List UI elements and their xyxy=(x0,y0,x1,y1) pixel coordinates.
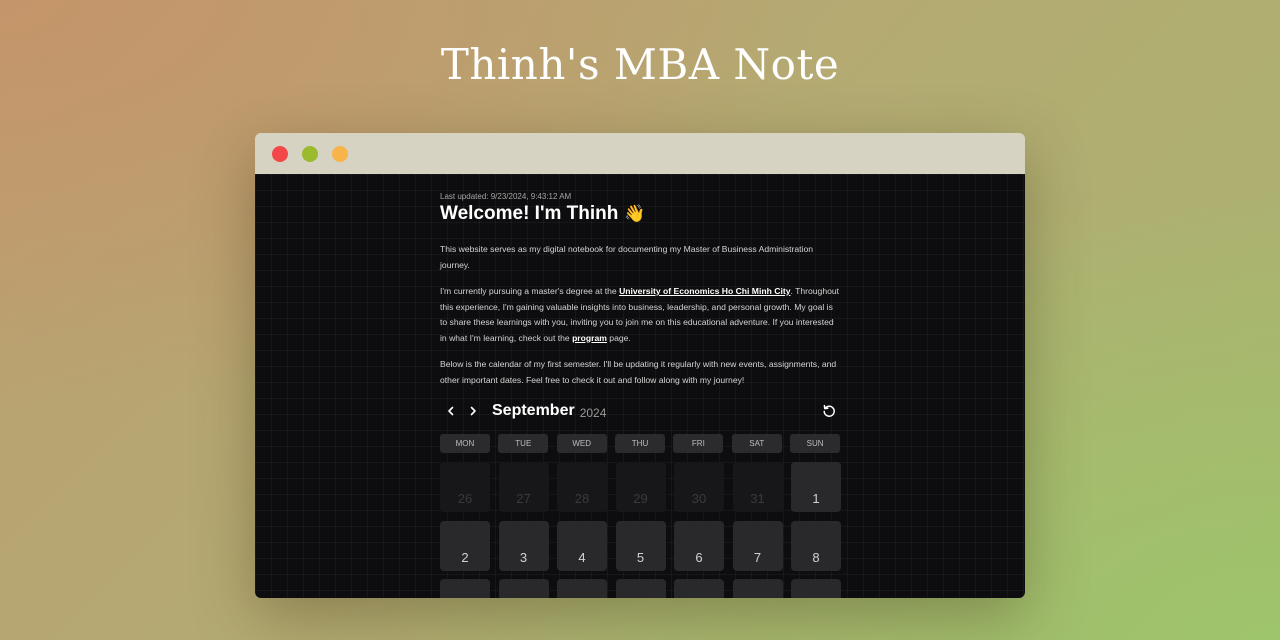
calendar-day[interactable]: 15 xyxy=(791,579,841,598)
previous-month-button[interactable] xyxy=(440,400,462,422)
weekday-label: TUE xyxy=(498,434,549,453)
calendar-day[interactable]: 8 xyxy=(791,520,841,571)
weekday-label: MON xyxy=(440,434,490,453)
calendar-day[interactable]: 14 xyxy=(732,579,783,598)
calendar-day-outside-month[interactable]: 28 xyxy=(557,462,607,512)
minimize-window-button[interactable] xyxy=(302,145,318,162)
calendar-day-outside-month[interactable]: 27 xyxy=(498,462,549,512)
calendar-day[interactable]: 5 xyxy=(615,520,666,571)
calendar-day[interactable]: 10 xyxy=(498,579,549,598)
calendar-day[interactable]: 13 xyxy=(674,579,724,598)
calendar-day-outside-month[interactable]: 30 xyxy=(674,462,724,512)
reset-calendar-button[interactable] xyxy=(818,400,840,422)
browser-window: Last updated: 9/23/2024, 9:43:12 AM Welc… xyxy=(255,133,1025,598)
page-content[interactable]: Last updated: 9/23/2024, 9:43:12 AM Welc… xyxy=(255,174,1025,598)
calendar-day-outside-month[interactable]: 31 xyxy=(732,462,783,512)
calendar-day-outside-month[interactable]: 29 xyxy=(615,462,666,512)
main-column: Last updated: 9/23/2024, 9:43:12 AM Welc… xyxy=(440,192,841,598)
calendar-day[interactable]: 11 xyxy=(557,579,607,598)
calendar-day[interactable]: 9 xyxy=(440,579,490,598)
welcome-title: Welcome! I'm Thinh xyxy=(440,203,619,224)
university-link[interactable]: University of Economics Ho Chi Minh City xyxy=(619,286,790,296)
weekday-label: FRI xyxy=(673,434,724,453)
calendar-intro-paragraph: Below is the calendar of my first semest… xyxy=(440,359,837,385)
welcome-heading: Welcome! I'm Thinh 👋 xyxy=(440,203,840,225)
refresh-icon xyxy=(823,404,835,417)
calendar-day[interactable]: 1 xyxy=(791,462,841,512)
hero-title: Thinh's MBA Note xyxy=(440,40,840,89)
next-month-button[interactable] xyxy=(462,400,484,422)
weekday-header-row: MON TUE WED THU FRI SAT SUN xyxy=(440,434,841,453)
calendar-day[interactable]: 3 xyxy=(498,520,549,571)
calendar-header: September 2024 xyxy=(440,400,840,422)
chevron-left-icon xyxy=(448,406,454,416)
weekday-label: SUN xyxy=(790,434,841,453)
calendar-day[interactable]: 2 xyxy=(440,520,490,571)
weekday-label: SAT xyxy=(731,434,782,453)
waving-hand-icon: 👋 xyxy=(624,204,646,223)
window-titlebar xyxy=(255,133,1025,174)
calendar-day-outside-month[interactable]: 26 xyxy=(440,462,490,512)
paragraph-text: page. xyxy=(606,332,631,343)
zoom-window-button[interactable] xyxy=(332,145,348,162)
calendar-day[interactable]: 12 xyxy=(615,579,666,598)
intro-paragraph: This website serves as my digital notebo… xyxy=(440,244,814,270)
calendar-year: 2024 xyxy=(579,405,607,420)
program-link[interactable]: program xyxy=(572,333,607,343)
last-updated-text: Last updated: 9/23/2024, 9:43:12 AM xyxy=(440,192,572,201)
paragraph-text: I'm currently pursuing a master's degree… xyxy=(440,286,620,296)
calendar-grid: 262728293031123456789101112131415 xyxy=(440,462,841,598)
program-paragraph: I'm currently pursuing a master's degree… xyxy=(440,284,840,346)
calendar-month: September xyxy=(492,402,575,419)
calendar-day[interactable]: 6 xyxy=(674,520,724,571)
calendar-day[interactable]: 7 xyxy=(732,520,783,571)
calendar-day[interactable]: 4 xyxy=(557,520,607,571)
weekday-label: WED xyxy=(556,434,607,453)
weekday-label: THU xyxy=(615,434,665,453)
chevron-right-icon xyxy=(470,406,476,416)
close-window-button[interactable] xyxy=(272,145,288,162)
